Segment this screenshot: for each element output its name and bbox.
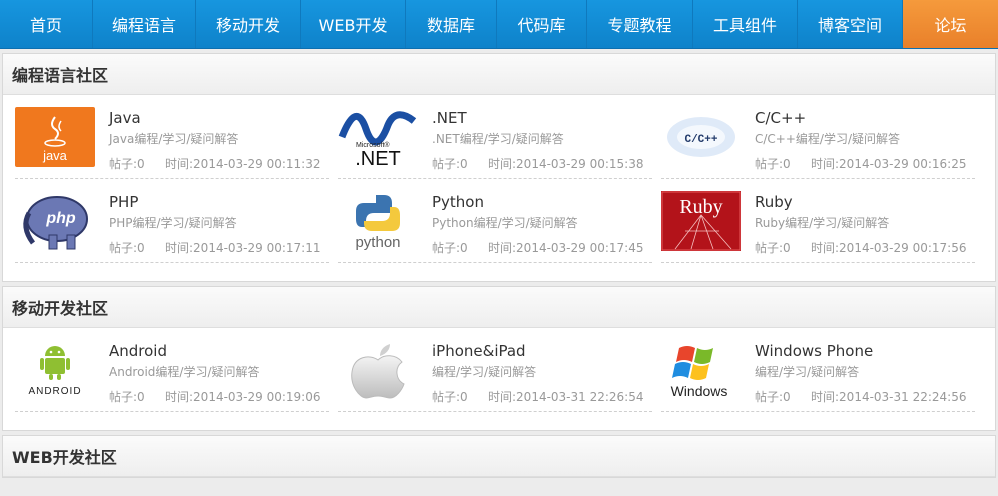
last-time: 时间:2014-03-29 00:17:11 <box>165 241 321 255</box>
nav-item[interactable]: 代码库 <box>497 0 587 48</box>
svg-text:php: php <box>45 210 76 227</box>
forum-desc: 编程/学习/疑问解答 <box>755 365 860 379</box>
nav-item[interactable]: 首页 <box>0 0 93 48</box>
php-logo-icon[interactable]: php <box>15 191 95 251</box>
forum-card: java Java Java编程/学习/疑问解答 帖子:0 时间:2014-03… <box>15 103 329 179</box>
forum-desc: Ruby编程/学习/疑问解答 <box>755 216 890 230</box>
section-web: WEB开发社区 <box>2 435 996 478</box>
nav-item[interactable]: 工具组件 <box>693 0 798 48</box>
section-languages: 编程语言社区 java Java Java编程/学习/疑问解答 帖子:0 时间:… <box>2 53 996 282</box>
section-title: 移动开发社区 <box>3 287 995 328</box>
forum-card: python Python Python编程/学习/疑问解答 帖子:0 时间:2… <box>338 187 652 263</box>
section-mobile: 移动开发社区 ANDROID Android Android编程/学习/疑问解答… <box>2 286 996 431</box>
forum-card: Windows Windows Phone 编程/学习/疑问解答 帖子:0 时间… <box>661 336 975 412</box>
forum-card: iPhone&iPad 编程/学习/疑问解答 帖子:0 时间:2014-03-3… <box>338 336 652 412</box>
forum-title[interactable]: Python <box>432 193 644 211</box>
forum-desc: PHP编程/学习/疑问解答 <box>109 216 237 230</box>
forum-info: Ruby Ruby编程/学习/疑问解答 帖子:0 时间:2014-03-29 0… <box>755 191 967 256</box>
forum-desc: Python编程/学习/疑问解答 <box>432 216 578 230</box>
last-time: 时间:2014-03-29 00:15:38 <box>488 157 644 171</box>
svg-text:java: java <box>42 148 68 163</box>
forum-title[interactable]: PHP <box>109 193 321 211</box>
forum-info: Java Java编程/学习/疑问解答 帖子:0 时间:2014-03-29 0… <box>109 107 321 172</box>
forum-title[interactable]: Ruby <box>755 193 967 211</box>
forum-meta: 帖子:0 时间:2014-03-29 00:15:38 <box>432 155 644 172</box>
nav-item[interactable]: 数据库 <box>406 0 497 48</box>
svg-text:Windows: Windows <box>671 383 728 399</box>
nav-item[interactable]: 论坛 <box>903 0 998 48</box>
last-time: 时间:2014-03-29 00:16:25 <box>811 157 967 171</box>
post-count: 帖子:0 <box>755 241 791 255</box>
forum-info: Android Android编程/学习/疑问解答 帖子:0 时间:2014-0… <box>109 340 321 405</box>
python-logo-icon[interactable]: python <box>338 191 418 251</box>
forum-meta: 帖子:0 时间:2014-03-29 00:11:32 <box>109 155 321 172</box>
section-title: 编程语言社区 <box>3 54 995 95</box>
forum-title[interactable]: .NET <box>432 109 644 127</box>
svg-text:python: python <box>355 234 400 251</box>
forum-card: C/C++ C/C++ C/C++编程/学习/疑问解答 帖子:0 时间:2014… <box>661 103 975 179</box>
java-logo-icon[interactable]: java <box>15 107 95 167</box>
last-time: 时间:2014-03-29 00:17:56 <box>811 241 967 255</box>
top-nav: 首页 编程语言 移动开发 WEB开发 数据库 代码库 专题教程 工具组件 博客空间 论坛 <box>0 0 998 49</box>
windows-logo-icon[interactable]: Windows <box>661 340 741 400</box>
forum-title[interactable]: Java <box>109 109 321 127</box>
svg-text:ANDROID: ANDROID <box>28 386 81 397</box>
forum-meta: 帖子:0 时间:2014-03-29 00:17:56 <box>755 239 967 256</box>
dotnet-logo-icon[interactable]: Microsoft® .NET <box>338 107 418 167</box>
ruby-logo-icon[interactable]: Ruby <box>661 191 741 251</box>
nav-item[interactable]: 编程语言 <box>93 0 196 48</box>
forum-card: ANDROID Android Android编程/学习/疑问解答 帖子:0 时… <box>15 336 329 412</box>
forum-desc: Java编程/学习/疑问解答 <box>109 132 239 146</box>
forum-title[interactable]: Android <box>109 342 321 360</box>
post-count: 帖子:0 <box>109 157 145 171</box>
forum-title[interactable]: Windows Phone <box>755 342 967 360</box>
forum-desc: C/C++编程/学习/疑问解答 <box>755 132 900 146</box>
section-title: WEB开发社区 <box>3 436 995 477</box>
forum-desc: Android编程/学习/疑问解答 <box>109 365 260 379</box>
apple-logo-icon[interactable] <box>338 340 418 400</box>
post-count: 帖子:0 <box>432 157 468 171</box>
forum-desc: .NET编程/学习/疑问解答 <box>432 132 564 146</box>
nav-item[interactable]: 博客空间 <box>798 0 903 48</box>
svg-text:.NET: .NET <box>355 148 401 167</box>
forum-grid: ANDROID Android Android编程/学习/疑问解答 帖子:0 时… <box>3 328 995 430</box>
post-count: 帖子:0 <box>432 241 468 255</box>
forum-card: Microsoft® .NET .NET .NET编程/学习/疑问解答 帖子:0… <box>338 103 652 179</box>
last-time: 时间:2014-03-29 00:11:32 <box>165 157 321 171</box>
svg-text:Ruby: Ruby <box>679 196 722 218</box>
forum-card: Ruby Ruby Ruby编程/学习/疑问解答 帖子:0 时间:2014-03… <box>661 187 975 263</box>
nav-item[interactable]: WEB开发 <box>301 0 406 48</box>
forum-info: Windows Phone 编程/学习/疑问解答 帖子:0 时间:2014-03… <box>755 340 967 405</box>
forum-title[interactable]: C/C++ <box>755 109 967 127</box>
forum-info: Python Python编程/学习/疑问解答 帖子:0 时间:2014-03-… <box>432 191 644 256</box>
forum-meta: 帖子:0 时间:2014-03-29 00:17:45 <box>432 239 644 256</box>
post-count: 帖子:0 <box>109 390 145 404</box>
forum-info: PHP PHP编程/学习/疑问解答 帖子:0 时间:2014-03-29 00:… <box>109 191 321 256</box>
forum-meta: 帖子:0 时间:2014-03-29 00:19:06 <box>109 388 321 405</box>
android-logo-icon[interactable]: ANDROID <box>15 340 95 400</box>
forum-meta: 帖子:0 时间:2014-03-29 00:16:25 <box>755 155 967 172</box>
last-time: 时间:2014-03-29 00:17:45 <box>488 241 644 255</box>
forum-info: .NET .NET编程/学习/疑问解答 帖子:0 时间:2014-03-29 0… <box>432 107 644 172</box>
forum-info: iPhone&iPad 编程/学习/疑问解答 帖子:0 时间:2014-03-3… <box>432 340 644 405</box>
post-count: 帖子:0 <box>109 241 145 255</box>
forum-desc: 编程/学习/疑问解答 <box>432 365 537 379</box>
forum-title[interactable]: iPhone&iPad <box>432 342 644 360</box>
forum-info: C/C++ C/C++编程/学习/疑问解答 帖子:0 时间:2014-03-29… <box>755 107 967 172</box>
forum-meta: 帖子:0 时间:2014-03-31 22:26:54 <box>432 388 644 405</box>
last-time: 时间:2014-03-29 00:19:06 <box>165 390 321 404</box>
cpp-logo-icon[interactable]: C/C++ <box>661 107 741 167</box>
svg-text:C/C++: C/C++ <box>684 134 717 146</box>
forum-meta: 帖子:0 时间:2014-03-29 00:17:11 <box>109 239 321 256</box>
forum-meta: 帖子:0 时间:2014-03-31 22:24:56 <box>755 388 967 405</box>
post-count: 帖子:0 <box>755 390 791 404</box>
forum-grid: java Java Java编程/学习/疑问解答 帖子:0 时间:2014-03… <box>3 95 995 281</box>
nav-item[interactable]: 移动开发 <box>196 0 301 48</box>
last-time: 时间:2014-03-31 22:26:54 <box>488 390 644 404</box>
post-count: 帖子:0 <box>432 390 468 404</box>
nav-item[interactable]: 专题教程 <box>587 0 693 48</box>
post-count: 帖子:0 <box>755 157 791 171</box>
forum-card: php PHP PHP编程/学习/疑问解答 帖子:0 时间:2014-03-29… <box>15 187 329 263</box>
last-time: 时间:2014-03-31 22:24:56 <box>811 390 967 404</box>
